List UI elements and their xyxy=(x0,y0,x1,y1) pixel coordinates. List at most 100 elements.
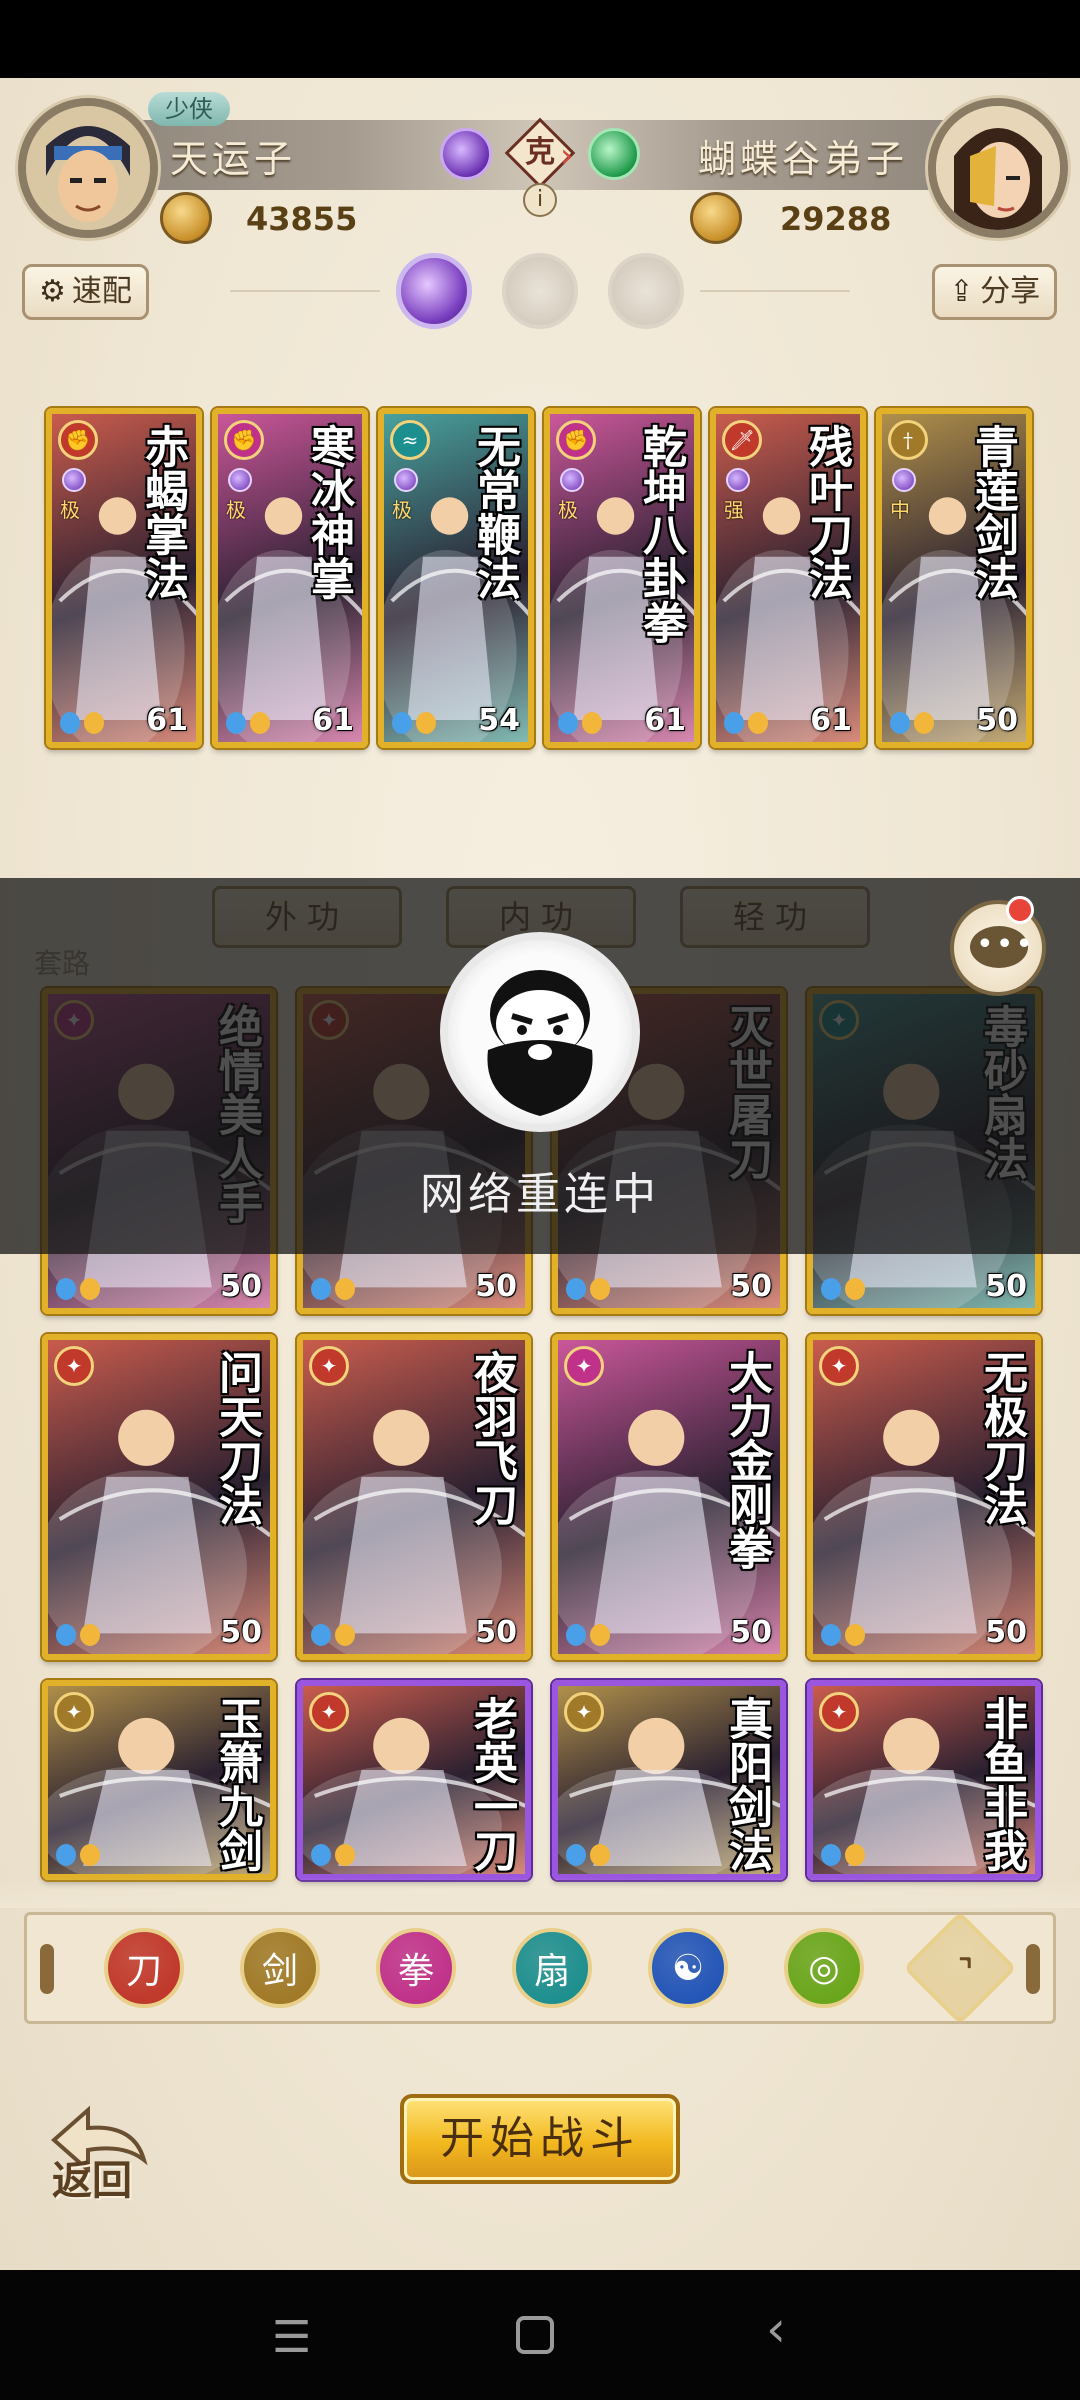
pool-card[interactable]: ✦ 非鱼非我 xyxy=(807,1680,1041,1880)
filter-fan-icon[interactable]: 扇 xyxy=(512,1928,592,2008)
card-level: 50 xyxy=(985,1615,1027,1650)
share-icon: ⇪ xyxy=(949,274,975,309)
card-attribute-icons xyxy=(566,1278,610,1300)
loading-mascot-icon xyxy=(440,932,640,1132)
card-attribute-icons xyxy=(566,1844,610,1866)
moon-icon xyxy=(62,468,86,492)
pool-card[interactable]: ✦ 夜羽飞刀 50 xyxy=(297,1334,531,1660)
menu-icon[interactable]: ☰ xyxy=(272,2312,311,2363)
filter-spin-icon[interactable]: ◎ xyxy=(784,1928,864,2008)
notification-dot xyxy=(1006,896,1034,924)
player-avatar[interactable] xyxy=(18,98,158,238)
pool-card[interactable]: ✦ 真阳剑法 xyxy=(552,1680,786,1880)
counter-badge-label: 克 xyxy=(525,135,555,170)
player-rank-tag: 少侠 xyxy=(148,92,230,126)
fist-icon: ✊ xyxy=(556,420,596,460)
element-icon: ✦ xyxy=(564,1346,604,1386)
filter-blade-icon[interactable]: 刀 xyxy=(104,1928,184,2008)
fist-icon: ✊ xyxy=(224,420,264,460)
scroll-right-handle[interactable] xyxy=(1026,1944,1040,1994)
card-attribute-icons xyxy=(60,712,104,734)
card-title: 寒冰神掌 xyxy=(303,424,354,600)
player-style-icon xyxy=(440,128,492,180)
card-attribute-icons xyxy=(566,1624,610,1646)
card-title: 玉箫九剑 xyxy=(211,1696,262,1872)
pool-card[interactable]: ✦ 大力金刚拳 50 xyxy=(552,1334,786,1660)
back-nav-icon[interactable]: ‹ xyxy=(766,2300,786,2358)
card-grade: 极 xyxy=(558,498,578,522)
grid-fade xyxy=(0,1878,1080,1908)
card-grade: 极 xyxy=(392,498,412,522)
filter-fist-icon[interactable]: 拳 xyxy=(376,1928,456,2008)
share-label: 分享 xyxy=(980,274,1041,309)
opponent-avatar[interactable] xyxy=(928,98,1068,238)
card-title: 残叶刀法 xyxy=(801,424,852,600)
moon-icon xyxy=(394,468,418,492)
battle-setup-screen: 少侠 天运子 43855 克 › i 蝴蝶谷弟子 29288 ⚙ 速配 ⇪ 分享… xyxy=(0,78,1080,2270)
card-level: 61 xyxy=(312,703,354,738)
pool-card[interactable]: ✦ 老英一刀 xyxy=(297,1680,531,1880)
filter-sword-icon[interactable]: 剑 xyxy=(240,1928,320,2008)
status-bar xyxy=(0,0,1080,78)
card-attribute-icons xyxy=(890,712,934,734)
card-title: 赤蝎掌法 xyxy=(137,424,188,600)
back-label[interactable]: 返回 xyxy=(52,2148,132,2206)
card-level: 50 xyxy=(220,1615,262,1650)
card-level: 50 xyxy=(976,703,1018,738)
element-icon: ✦ xyxy=(819,1692,859,1732)
style-slot-2[interactable] xyxy=(502,253,578,329)
card-attribute-icons xyxy=(311,1278,355,1300)
whip-icon: ≈ xyxy=(390,420,430,460)
gear-icon: ⚙ xyxy=(39,274,66,309)
card-title: 真阳剑法 xyxy=(721,1696,772,1872)
card-attribute-icons xyxy=(56,1278,100,1300)
equipped-card[interactable]: ✊ 极 寒冰神掌 61 xyxy=(212,408,368,748)
divider xyxy=(700,290,850,292)
equipped-card[interactable]: ✊ 极 赤蝎掌法 61 xyxy=(46,408,202,748)
element-icon: ✦ xyxy=(54,1346,94,1386)
pool-card[interactable]: ✦ 无极刀法 50 xyxy=(807,1334,1041,1660)
moon-icon xyxy=(726,468,750,492)
equipped-card[interactable]: † 中 青莲剑法 50 xyxy=(876,408,1032,748)
style-slot-3[interactable] xyxy=(608,253,684,329)
player-power-icon xyxy=(160,192,212,244)
card-title: 夜羽飞刀 xyxy=(466,1350,517,1526)
reconnect-message: 网络重连中 xyxy=(420,1169,660,1220)
card-title: 大力金刚拳 xyxy=(721,1350,772,1570)
scroll-left-handle[interactable] xyxy=(40,1944,54,1994)
filter-taiji-icon[interactable]: ☯ xyxy=(648,1928,728,2008)
card-level: 50 xyxy=(475,1269,517,1304)
opponent-power: 29288 xyxy=(780,200,892,238)
chat-dots-icon: ••• xyxy=(976,927,1036,962)
card-attribute-icons xyxy=(821,1844,865,1866)
pool-card[interactable]: ✦ 问天刀法 50 xyxy=(42,1334,276,1660)
style-slot-1[interactable] xyxy=(396,253,472,329)
card-attribute-icons xyxy=(821,1278,865,1300)
card-title: 无极刀法 xyxy=(976,1350,1027,1526)
card-attribute-icons xyxy=(392,712,436,734)
share-button[interactable]: ⇪ 分享 xyxy=(932,264,1058,320)
card-grade: 极 xyxy=(60,498,80,522)
card-attribute-icons xyxy=(724,712,768,734)
card-level: 50 xyxy=(220,1269,262,1304)
equipped-card[interactable]: ≈ 极 无常鞭法 54 xyxy=(378,408,534,748)
card-level: 50 xyxy=(730,1615,772,1650)
card-level: 61 xyxy=(146,703,188,738)
equipped-card[interactable]: ✊ 极 乾坤八卦拳 61 xyxy=(544,408,700,748)
card-level: 61 xyxy=(810,703,852,738)
card-attribute-icons xyxy=(56,1624,100,1646)
home-icon[interactable] xyxy=(516,2316,554,2354)
element-icon: ✦ xyxy=(309,1346,349,1386)
start-battle-button[interactable]: 开始战斗 xyxy=(400,2094,680,2184)
equipped-card[interactable]: 🗡 强 残叶刀法 61 xyxy=(710,408,866,748)
pool-card[interactable]: ✦ 玉箫九剑 xyxy=(42,1680,276,1880)
card-title: 乾坤八卦拳 xyxy=(635,424,686,644)
opponent-style-icon xyxy=(588,128,640,180)
quick-config-button[interactable]: ⚙ 速配 xyxy=(22,264,149,320)
fist-icon: ✊ xyxy=(58,420,98,460)
counter-info-button[interactable]: i xyxy=(523,183,557,217)
card-level: 50 xyxy=(475,1615,517,1650)
sword-icon: † xyxy=(888,420,928,460)
card-grade: 中 xyxy=(890,498,910,522)
card-level: 54 xyxy=(478,703,520,738)
